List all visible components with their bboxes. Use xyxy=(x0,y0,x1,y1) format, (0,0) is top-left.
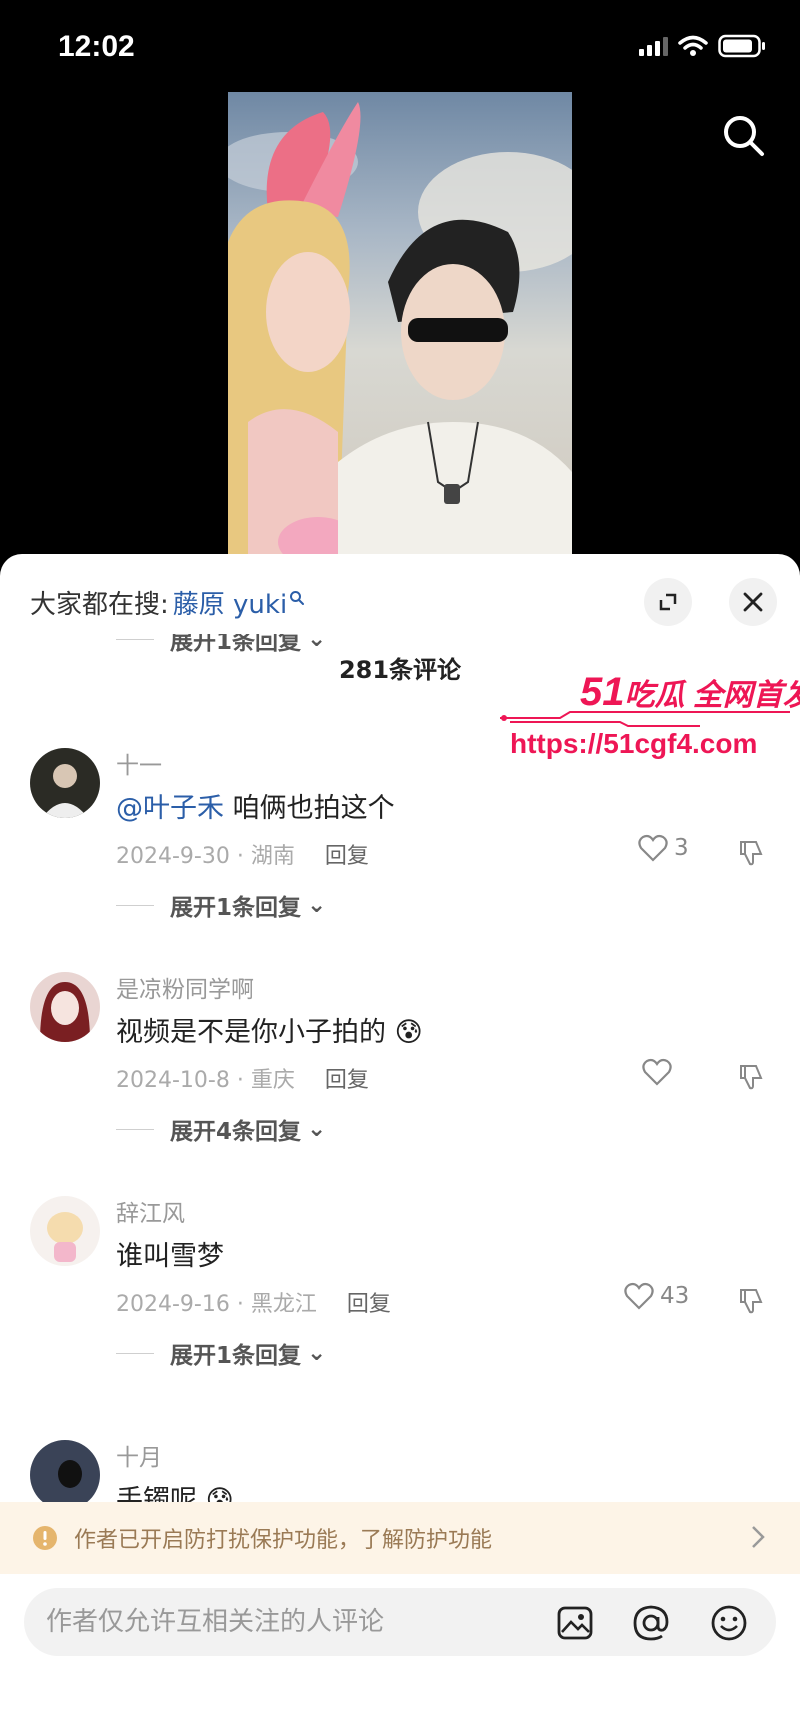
reply-button[interactable]: 回复 xyxy=(325,1062,369,1094)
more-replies-button[interactable]: 展开1条回复 ⌄ xyxy=(116,1336,326,1370)
expand-icon xyxy=(659,593,677,611)
comment-meta: 2024-10-8 · 重庆 回复 xyxy=(116,1062,369,1094)
heart-icon xyxy=(624,1282,654,1310)
image-icon[interactable] xyxy=(556,1604,594,1642)
avatar[interactable] xyxy=(30,1196,100,1266)
close-icon xyxy=(743,592,763,612)
avatar[interactable] xyxy=(30,972,100,1042)
dislike-icon[interactable] xyxy=(736,1286,766,1316)
comment-input-bar xyxy=(24,1588,776,1656)
expand-button[interactable] xyxy=(644,578,692,626)
hot-search[interactable]: 大家都在搜: 藤原 yuki xyxy=(30,584,305,621)
chevron-down-icon: ⌄ xyxy=(307,1116,327,1142)
reply-button[interactable]: 回复 xyxy=(347,1286,391,1318)
more-replies-label: 展开1条回复 xyxy=(170,895,302,921)
signal-icon xyxy=(639,36,668,56)
search-icon xyxy=(290,590,305,605)
more-replies-button[interactable]: 展开1条回复 ⌄ xyxy=(116,626,327,656)
battery-icon xyxy=(718,34,765,58)
comment-author[interactable]: 十月 xyxy=(116,1438,162,1472)
more-replies-button[interactable]: 展开1条回复 ⌄ xyxy=(116,888,326,922)
comment-meta: 2024-9-16 · 黑龙江 回复 xyxy=(116,1286,391,1318)
comment-body: 视频是不是你小子拍的 😰 xyxy=(116,1017,423,1048)
comment-date-location: 2024-9-16 · 黑龙江 xyxy=(116,1292,317,1317)
watermark-url: https://51cgf4.com xyxy=(510,728,758,759)
notice-text: 作者已开启防打扰保护功能，了解防护功能 xyxy=(74,1528,493,1553)
reply-button[interactable]: 回复 xyxy=(325,838,369,870)
protection-notice[interactable]: 作者已开启防打扰保护功能，了解防护功能 xyxy=(0,1502,800,1574)
like-count: 3 xyxy=(674,835,689,861)
comment-body: 咱俩也拍这个 xyxy=(224,793,395,824)
comment-text: 谁叫雪梦 xyxy=(116,1234,224,1273)
heart-icon xyxy=(638,834,668,862)
video-frame[interactable] xyxy=(228,92,572,562)
comment-text: 视频是不是你小子拍的 😰 xyxy=(116,1010,423,1049)
comment-input[interactable] xyxy=(46,1588,526,1656)
like-count: 43 xyxy=(660,1283,690,1309)
dislike-icon[interactable] xyxy=(736,1062,766,1092)
comment-date-location: 2024-9-30 · 湖南 xyxy=(116,844,295,869)
more-replies-label: 展开4条回复 xyxy=(170,1119,302,1145)
comment-meta: 2024-9-30 · 湖南 回复 xyxy=(116,838,369,870)
comment-text: @叶子禾 咱俩也拍这个 xyxy=(116,786,395,825)
warning-icon xyxy=(33,1526,57,1550)
search-icon[interactable] xyxy=(718,110,770,162)
more-replies-label: 展开1条回复 xyxy=(170,1343,302,1369)
more-replies-label: 展开1条回复 xyxy=(170,629,302,655)
hot-search-keyword[interactable]: 藤原 yuki xyxy=(173,584,287,621)
watermark-stroke xyxy=(500,711,790,727)
dislike-icon[interactable] xyxy=(736,838,766,868)
avatar[interactable] xyxy=(30,1440,100,1510)
chevron-down-icon: ⌄ xyxy=(307,626,327,652)
avatar[interactable] xyxy=(30,748,100,818)
comment-date-location: 2024-10-8 · 重庆 xyxy=(116,1068,295,1093)
chevron-down-icon: ⌄ xyxy=(307,1340,327,1366)
screen: 12:02 大家都在搜: 藤原 yuki 281条评论 展开1条回复 ⌄ 十一 … xyxy=(0,0,800,1732)
status-icons xyxy=(639,34,766,58)
comment-body: 谁叫雪梦 xyxy=(116,1241,224,1272)
mention-link[interactable]: @叶子禾 xyxy=(116,793,224,824)
watermark: 51吃瓜 全网首发 https://51cgf4.com xyxy=(500,670,800,770)
video-image xyxy=(228,102,572,562)
heart-icon xyxy=(642,1058,672,1086)
status-time: 12:02 xyxy=(58,30,135,63)
like-button[interactable]: 3 xyxy=(638,834,689,862)
comment-author[interactable]: 是凉粉同学啊 xyxy=(116,970,254,1004)
status-bar: 12:02 xyxy=(0,0,800,92)
at-icon[interactable] xyxy=(632,1604,670,1642)
emoji-icon[interactable] xyxy=(710,1604,748,1642)
like-button[interactable]: 43 xyxy=(624,1282,689,1310)
hot-search-prefix: 大家都在搜: xyxy=(30,590,169,620)
close-button[interactable] xyxy=(729,578,777,626)
more-replies-button[interactable]: 展开4条回复 ⌄ xyxy=(116,1112,326,1146)
chevron-down-icon: ⌄ xyxy=(307,892,327,918)
chevron-right-icon[interactable] xyxy=(750,1524,766,1550)
comment-author[interactable]: 十一 xyxy=(116,746,162,780)
like-button[interactable] xyxy=(642,1058,678,1086)
wifi-icon xyxy=(678,35,708,56)
comment-author[interactable]: 辞江风 xyxy=(116,1194,185,1228)
